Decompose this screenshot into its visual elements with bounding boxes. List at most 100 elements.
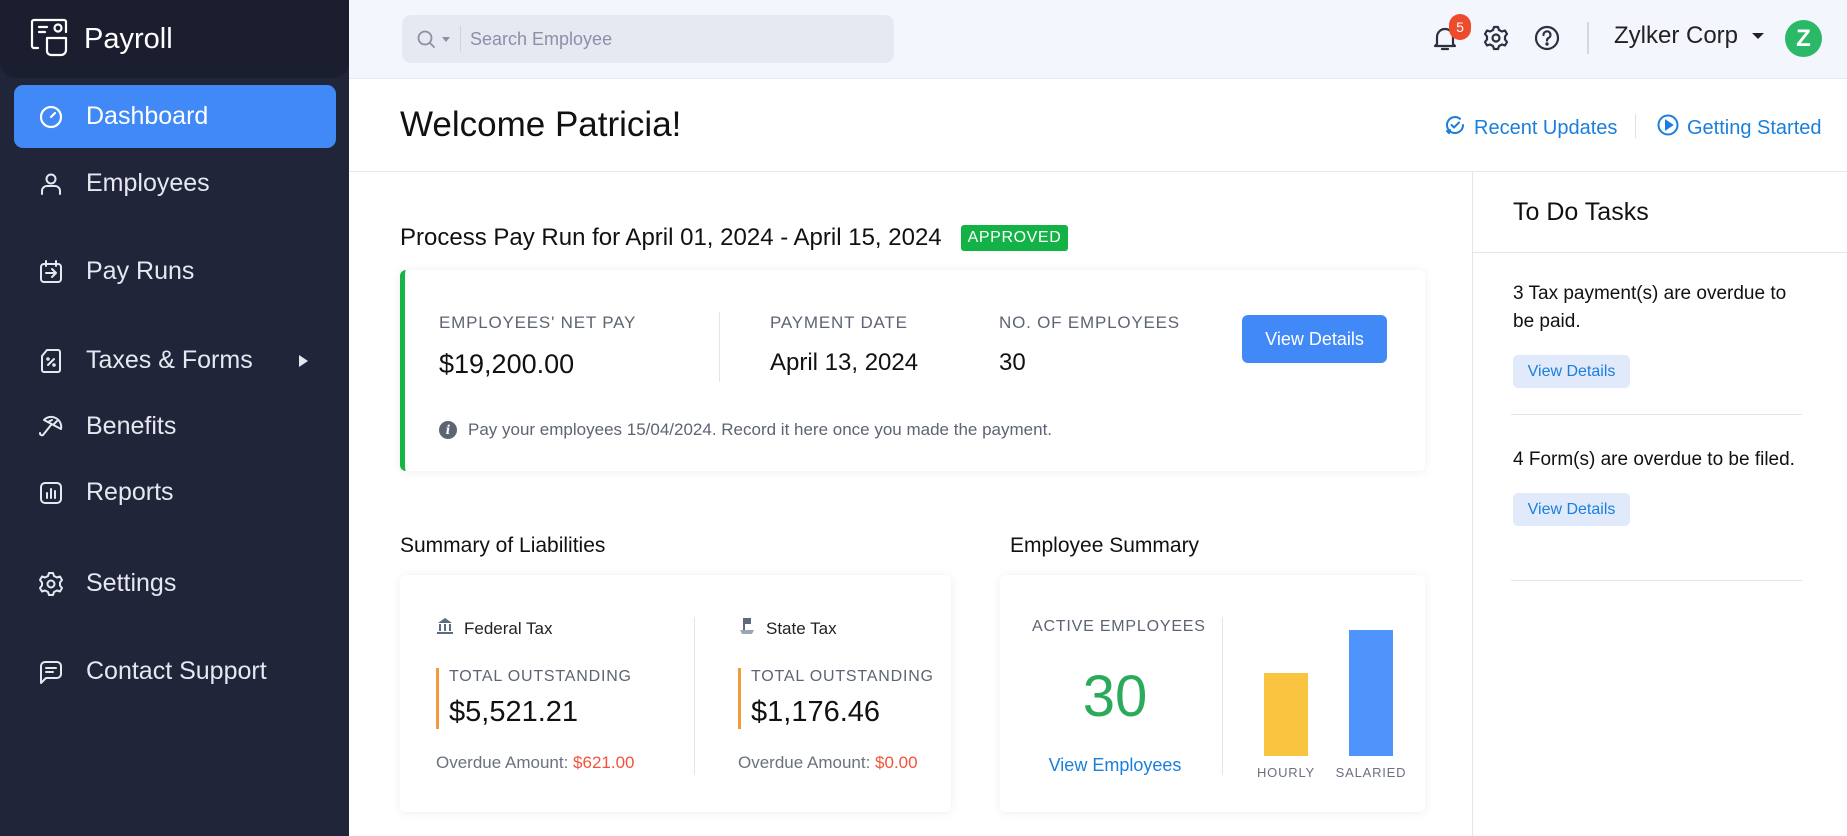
help-icon[interactable]: [1533, 24, 1561, 52]
sidebar-item-label: Taxes & Forms: [86, 346, 253, 374]
employee-count-label: NO. OF EMPLOYEES: [999, 313, 1180, 332]
federal-outstanding: TOTAL OUTSTANDING $5,521.21: [436, 668, 635, 729]
umbrella-icon: [38, 414, 64, 440]
status-badge: APPROVED: [960, 225, 1069, 251]
payrun-note-text: Pay your employees 15/04/2024. Record it…: [468, 420, 1053, 439]
todo-task-text: 3 Tax payment(s) are overdue to be paid.: [1513, 283, 1787, 332]
todo-header: To Do Tasks: [1473, 172, 1847, 253]
bar-chart-icon: [38, 480, 64, 506]
play-circle-icon: [1656, 113, 1687, 143]
notification-count-badge: 5: [1449, 14, 1471, 40]
recent-updates-link[interactable]: Recent Updates: [1443, 113, 1617, 143]
employee-count-value: 30: [999, 349, 1026, 376]
bar-label-hourly: HOURLY: [1256, 765, 1315, 780]
view-employees-link[interactable]: View Employees: [1000, 755, 1230, 776]
payrun-heading: Process Pay Run for April 01, 2024 - Apr…: [400, 224, 1069, 252]
payroll-logo-icon: [30, 16, 72, 63]
payment-date-block: PAYMENT DATE April 13, 2024: [770, 313, 918, 377]
employee-type-chart: HOURLY SALARIED: [1225, 615, 1425, 780]
org-name: Zylker Corp: [1614, 22, 1739, 49]
net-pay-label: EMPLOYEES' NET PAY: [439, 313, 637, 332]
search-filter-dropdown-icon[interactable]: [442, 36, 450, 42]
federal-tax-heading: Federal Tax: [436, 617, 635, 640]
info-icon: i: [439, 421, 457, 439]
todo-task: 3 Tax payment(s) are overdue to be paid.…: [1513, 280, 1801, 388]
federal-overdue-amount: $621.00: [573, 753, 635, 772]
brand[interactable]: Payroll: [0, 0, 349, 78]
state-outstanding-value: $1,176.46: [751, 696, 881, 728]
sidebar-item-employees[interactable]: Employees: [14, 152, 336, 215]
todo-panel: To Do Tasks 3 Tax payment(s) are overdue…: [1472, 172, 1847, 836]
flag-icon: [738, 617, 766, 640]
sidebar-item-benefits[interactable]: Benefits: [14, 395, 336, 458]
liabilities-card: Federal Tax TOTAL OUTSTANDING $5,521.21 …: [400, 575, 951, 812]
sidebar-item-reports[interactable]: Reports: [14, 461, 336, 524]
organization-switcher[interactable]: Zylker Corp: [1614, 22, 1765, 50]
payment-date-value: April 13, 2024: [770, 349, 919, 376]
view-forms-button[interactable]: View Details: [1513, 493, 1630, 526]
bar-label-salaried: SALARIED: [1335, 765, 1407, 780]
sidebar-item-label: Benefits: [86, 412, 177, 440]
todo-task-text: 4 Form(s) are overdue to be filed.: [1513, 449, 1795, 470]
dashboard-main: Process Pay Run for April 01, 2024 - Apr…: [349, 172, 1472, 836]
employee-summary-card: ACTIVE EMPLOYEES 30 View Employees HOURL…: [1000, 575, 1425, 812]
header-divider: [1635, 114, 1636, 138]
avatar[interactable]: Z: [1785, 20, 1822, 57]
sidebar-item-contact-support[interactable]: Contact Support: [14, 640, 336, 703]
employee-summary-title: Employee Summary: [1010, 534, 1200, 557]
state-overdue: Overdue Amount: $0.00: [738, 753, 934, 773]
state-tax-block: State Tax TOTAL OUTSTANDING $1,176.46 Ov…: [738, 617, 934, 773]
federal-overdue-label: Overdue Amount:: [436, 753, 569, 772]
net-pay-block: EMPLOYEES' NET PAY $19,200.00: [439, 313, 636, 380]
payrun-divider: [719, 312, 720, 382]
sidebar-item-taxes-forms[interactable]: Taxes & Forms: [14, 329, 336, 392]
topbar-divider: [1587, 22, 1589, 54]
bar-hourly: [1264, 673, 1308, 756]
state-outstanding: TOTAL OUTSTANDING $1,176.46: [738, 668, 934, 729]
search-input[interactable]: [470, 28, 870, 50]
todo-divider: [1511, 580, 1802, 581]
sidebar-item-label: Employees: [86, 169, 210, 197]
settings-gear-icon[interactable]: [1482, 24, 1510, 52]
federal-tax-label: Federal Tax: [464, 618, 553, 638]
todo-title: To Do Tasks: [1513, 198, 1649, 226]
payment-date-label: PAYMENT DATE: [770, 313, 908, 332]
sidebar-item-settings[interactable]: Settings: [14, 552, 336, 615]
employee-summary-divider: [1222, 617, 1223, 775]
page-title: Welcome Patricia!: [400, 105, 682, 144]
state-overdue-label: Overdue Amount:: [738, 753, 871, 772]
sidebar-item-label: Settings: [86, 569, 177, 597]
state-tax-label: State Tax: [766, 618, 837, 638]
user-icon: [38, 171, 64, 197]
sidebar-item-dashboard[interactable]: Dashboard: [14, 85, 336, 148]
recent-updates-label: Recent Updates: [1474, 116, 1618, 139]
payrun-card: EMPLOYEES' NET PAY $19,200.00 PAYMENT DA…: [400, 270, 1425, 471]
sidebar-item-label: Contact Support: [86, 657, 267, 685]
sidebar-item-pay-runs[interactable]: Pay Runs: [14, 240, 336, 303]
submenu-caret-icon: [299, 354, 308, 367]
search-divider: [460, 26, 461, 52]
gear-icon: [38, 571, 64, 597]
active-employees-count: 30: [1082, 664, 1148, 729]
liabilities-title: Summary of Liabilities: [400, 534, 606, 557]
payrun-note: i Pay your employees 15/04/2024. Record …: [439, 420, 1052, 440]
active-employees-label: ACTIVE EMPLOYEES: [1032, 618, 1206, 635]
sidebar-item-label: Dashboard: [86, 102, 209, 130]
welcome-header: Welcome Patricia! Recent Updates Getting…: [349, 79, 1847, 172]
search-icon[interactable]: [416, 29, 436, 49]
getting-started-link[interactable]: Getting Started: [1656, 113, 1822, 143]
dashboard-gauge-icon: [38, 104, 64, 130]
getting-started-label: Getting Started: [1687, 116, 1822, 139]
state-overdue-amount: $0.00: [875, 753, 918, 772]
sidebar-item-label: Reports: [86, 478, 174, 506]
search-bar[interactable]: [402, 15, 894, 63]
state-outstanding-label: TOTAL OUTSTANDING: [751, 668, 934, 685]
view-tax-payments-button[interactable]: View Details: [1513, 355, 1630, 388]
government-building-icon: [436, 617, 464, 640]
todo-divider: [1511, 414, 1802, 415]
view-payrun-details-button[interactable]: View Details: [1242, 315, 1387, 363]
chevron-down-icon: [1752, 33, 1765, 39]
federal-outstanding-label: TOTAL OUTSTANDING: [449, 668, 632, 685]
app-name: Payroll: [84, 22, 173, 55]
federal-overdue: Overdue Amount: $621.00: [436, 753, 635, 773]
